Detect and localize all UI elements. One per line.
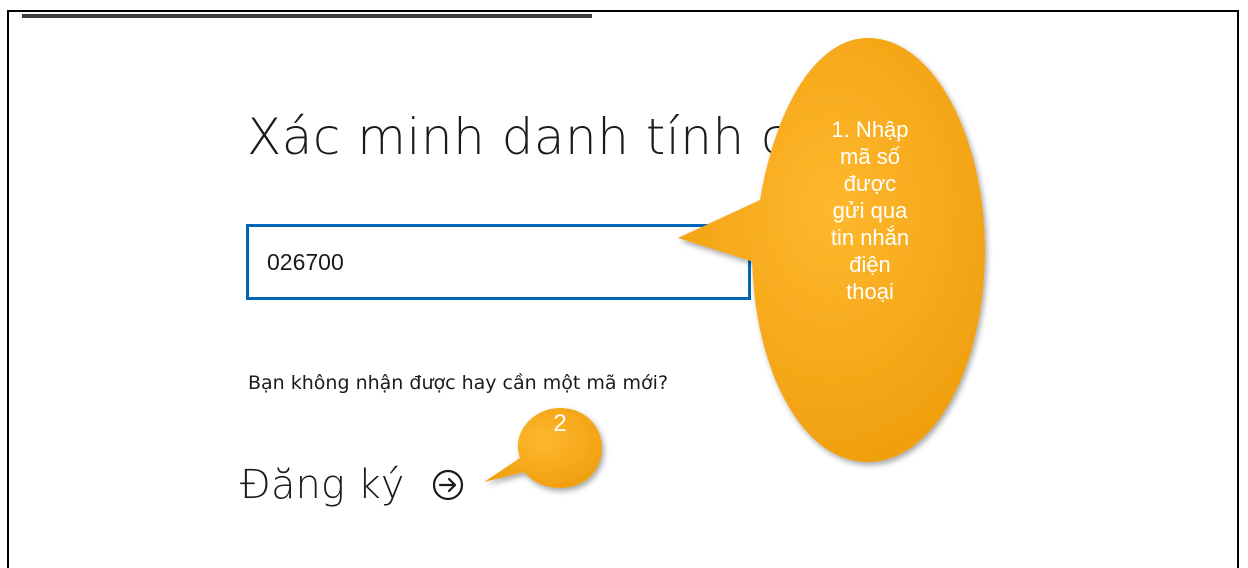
callout-1-text: 1. Nhập mã số được gửi qua tin nhắn điện… <box>830 117 910 304</box>
annotation-layer <box>484 38 985 488</box>
callout-2-text: 2 <box>553 410 567 437</box>
